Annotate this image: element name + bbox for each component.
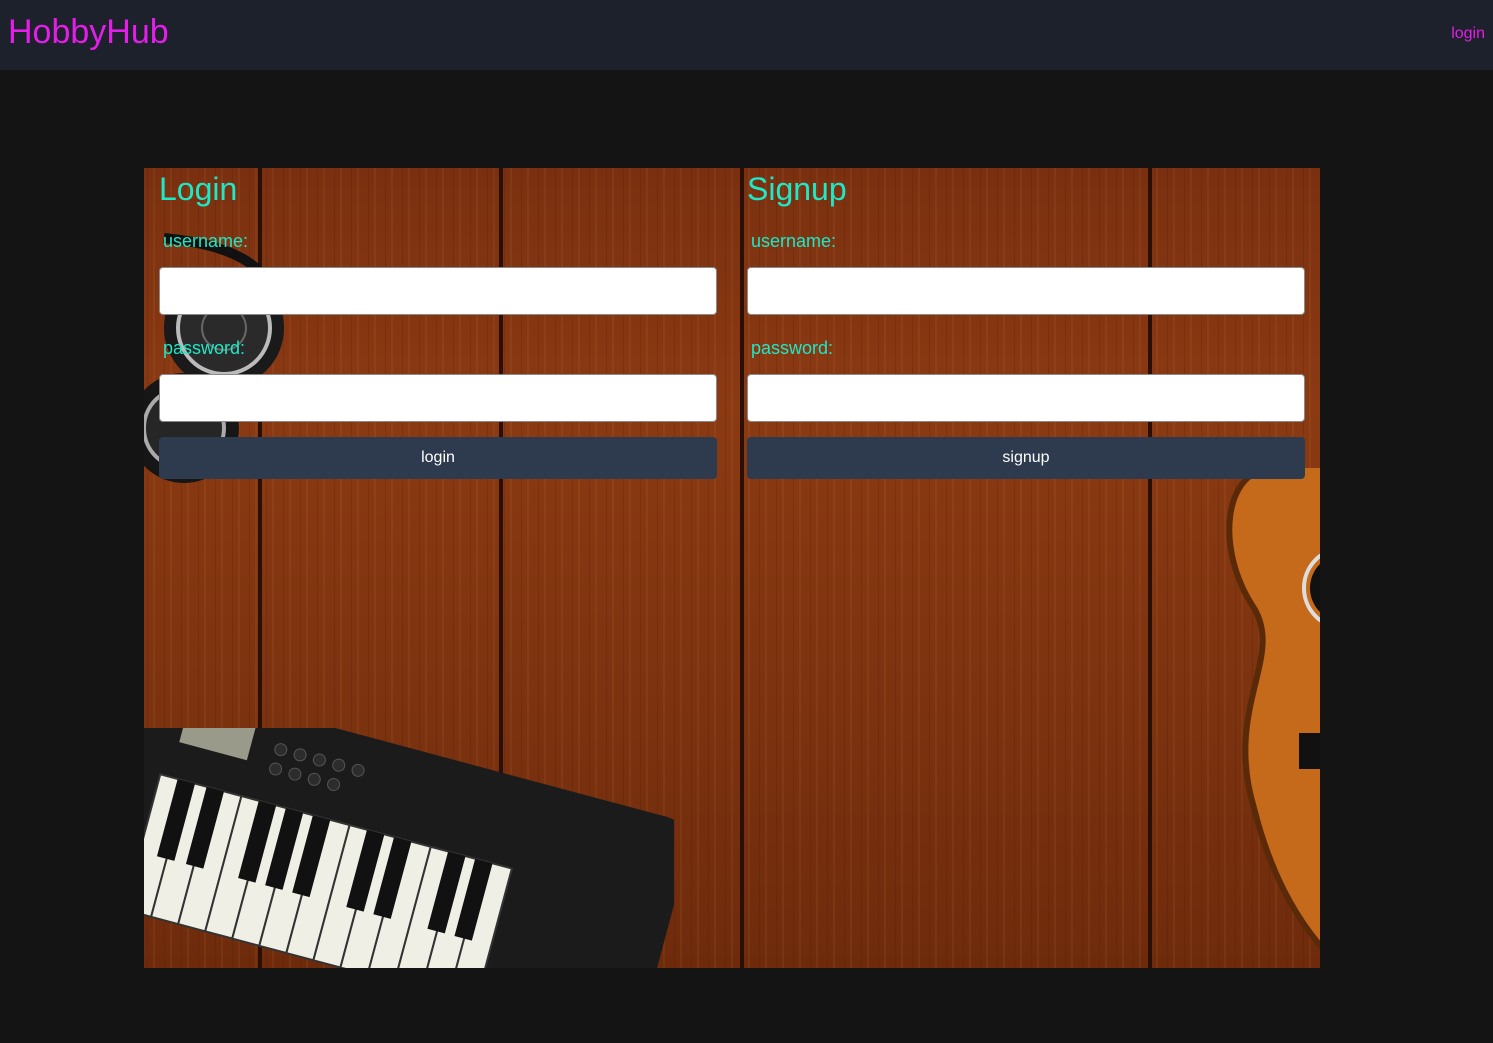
login-password-label: password: [163, 338, 246, 358]
wood-plank-seam [740, 168, 744, 968]
login-username-label: username: [163, 231, 249, 251]
nav-login-link[interactable]: login [1451, 24, 1485, 44]
navbar: HobbyHub login [0, 0, 1493, 70]
keyboard-image [144, 728, 674, 968]
login-password-input[interactable] [159, 374, 717, 422]
login-button[interactable]: login [159, 437, 717, 479]
signup-password-label: password: [751, 338, 834, 358]
login-username-input[interactable] [159, 267, 717, 315]
login-heading: Login [159, 171, 238, 207]
signup-button[interactable]: signup [747, 437, 1305, 479]
signup-heading: Signup [747, 171, 847, 207]
signup-username-label: username: [751, 231, 837, 251]
brand-logo-link[interactable]: HobbyHub [8, 12, 169, 52]
signup-username-input[interactable] [747, 267, 1305, 315]
auth-panel: Login username: password: login Signup u… [144, 168, 1320, 968]
signup-password-input[interactable] [747, 374, 1305, 422]
